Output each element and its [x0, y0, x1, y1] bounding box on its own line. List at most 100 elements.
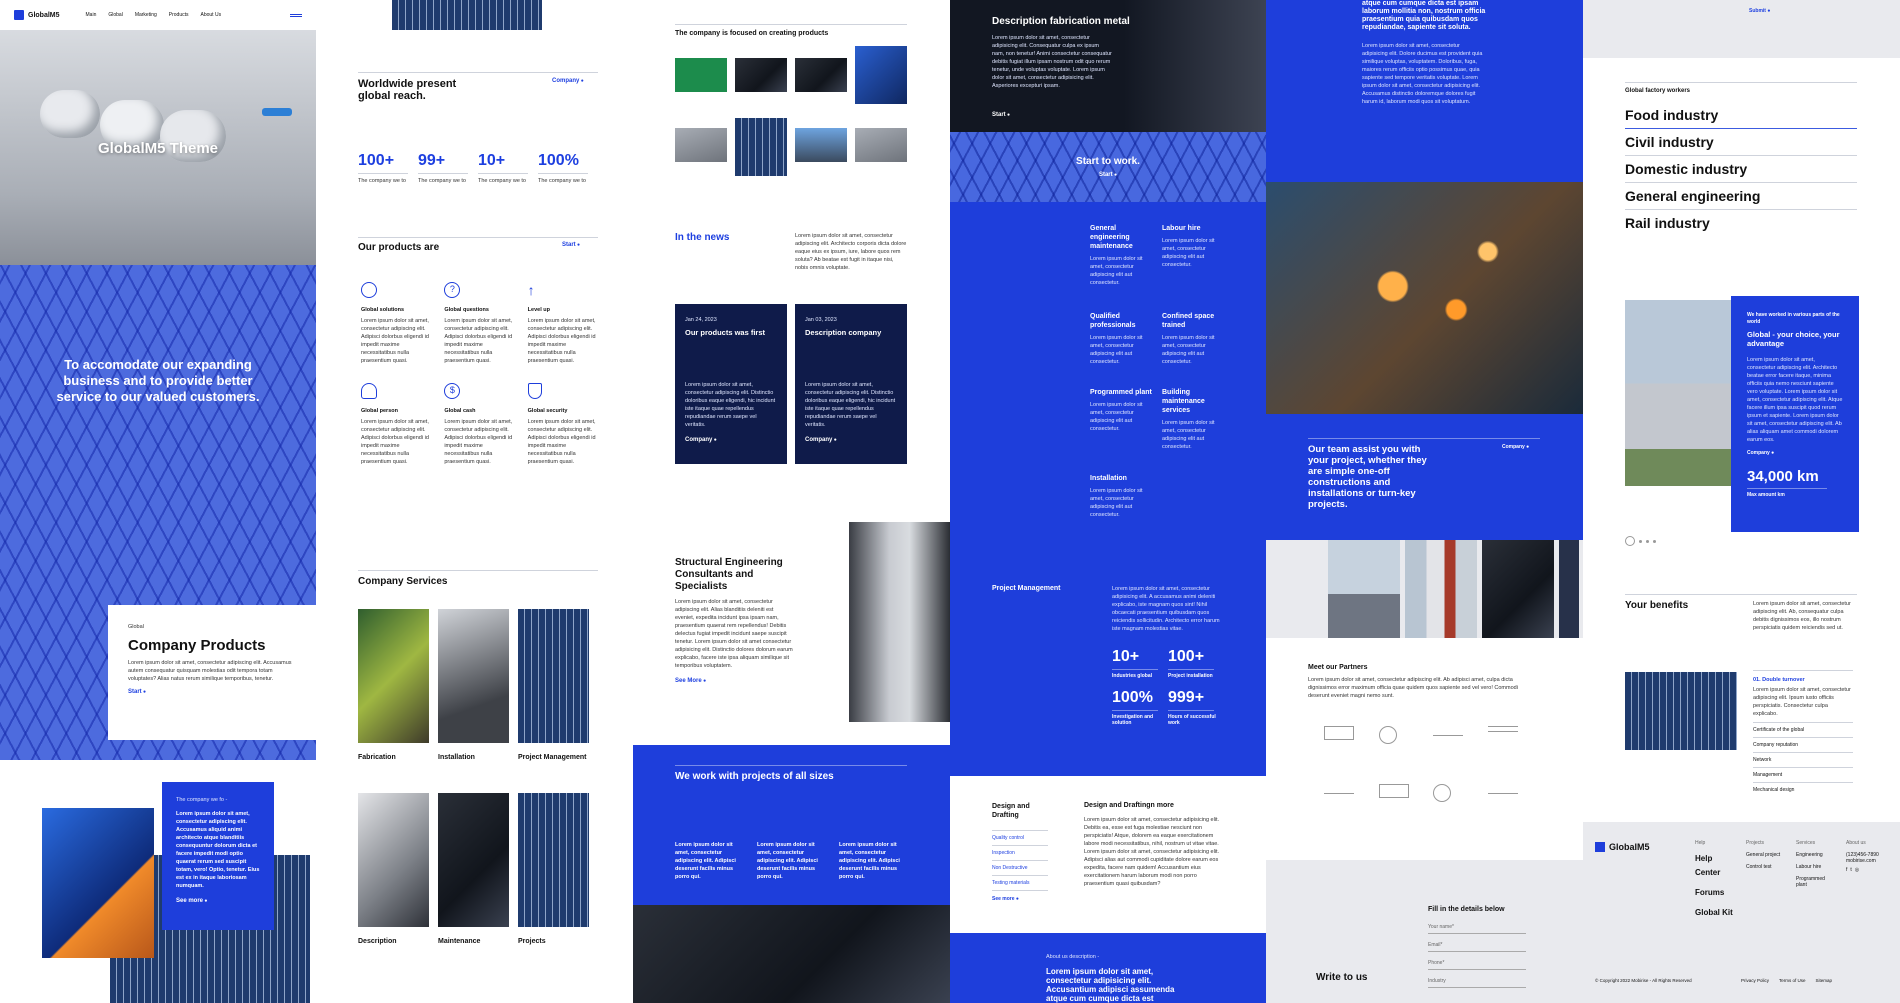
news-card[interactable]: Jan 24, 2023 Our products was first Lore… [675, 304, 787, 464]
divider [1308, 438, 1540, 439]
industry-item[interactable]: Civil industry [1625, 129, 1857, 156]
service-label[interactable]: Maintenance [438, 938, 480, 945]
blue-note-link[interactable]: See more [176, 898, 260, 904]
reach-link[interactable]: Company [552, 78, 584, 84]
nav-marketing[interactable]: Marketing [135, 12, 157, 18]
footer-col: Projects General project Control test [1746, 840, 1781, 870]
partners-body: Lorem ipsum dolor sit amet, consectetur … [1308, 677, 1518, 699]
products-link[interactable]: Start [562, 242, 580, 248]
work-col: Lorem ipsum dolor sit amet, consectetur … [675, 842, 736, 880]
industry-item[interactable]: Rail industry [1625, 210, 1857, 236]
dd-link[interactable]: See more [992, 896, 1019, 902]
partner-logo[interactable] [1324, 726, 1354, 740]
menu-icon[interactable] [290, 13, 302, 17]
submit-button[interactable]: Submit [1749, 8, 1770, 14]
footer-logo[interactable]: GlobalM5 [1595, 842, 1650, 852]
industry-item[interactable]: Domestic industry [1625, 156, 1857, 183]
service-label[interactable]: Description [358, 938, 397, 945]
benefits-body: Lorem ipsum dolor sit amet, consectetur … [1753, 601, 1851, 631]
form-field[interactable]: Phone* [1428, 960, 1526, 970]
people-icon [361, 383, 377, 399]
partner-logo[interactable] [1487, 726, 1518, 732]
form-field[interactable]: Your name* [1428, 924, 1526, 934]
news-card-link[interactable]: Company [685, 437, 777, 443]
nav-main[interactable]: Main [86, 12, 97, 18]
globe-icon [361, 282, 377, 298]
product-thumb [675, 58, 727, 92]
form-field[interactable]: Industry [1428, 978, 1526, 988]
divider [1753, 670, 1853, 671]
carousel-dots[interactable] [1625, 536, 1656, 546]
service-label[interactable]: Fabrication [358, 754, 396, 761]
benefit-item-title: 01. Double turnover [1753, 677, 1805, 683]
advantage-title: Global - your choice, your advantage [1747, 330, 1840, 348]
industry-item[interactable]: Food industry [1625, 104, 1857, 129]
carousel-dot-active[interactable] [1625, 536, 1635, 546]
logo[interactable]: GlobalM5 [14, 10, 60, 20]
blue-note-body: Lorem ipsum dolor sit amet, consectetur … [176, 811, 260, 889]
footer-help-link[interactable]: Help [1695, 852, 1733, 866]
news-card[interactable]: Jan 03, 2023 Description company Lorem i… [795, 304, 907, 464]
legal-link[interactable]: Sitemap [1816, 978, 1833, 983]
service-label[interactable]: Project Management [518, 754, 588, 761]
fab-link[interactable]: Start [992, 112, 1010, 118]
carousel-dot[interactable] [1646, 539, 1649, 543]
product-thumb [735, 118, 787, 176]
work-col: Lorem ipsum dolor sit amet, consectetur … [839, 842, 900, 880]
dollar-icon: $ [444, 383, 461, 399]
news-card-title: Description company [805, 328, 882, 337]
team-link[interactable]: Company [1502, 444, 1529, 450]
nav-global[interactable]: Global [108, 12, 122, 18]
advantage-body: Lorem ipsum dolor sit amet, consectetur … [1747, 357, 1843, 443]
industry-item[interactable]: General engineering [1625, 183, 1857, 210]
service-label[interactable]: Projects [518, 938, 546, 945]
start-link[interactable]: Start [950, 172, 1266, 178]
nav-about[interactable]: About Us [201, 12, 222, 18]
partner-logo[interactable] [1433, 784, 1451, 802]
dd-left-title: Design and Drafting [992, 803, 1030, 819]
focused-title: The company is focused on creating produ… [675, 30, 829, 37]
legal-link[interactable]: Privacy Policy [1741, 978, 1769, 983]
service-label[interactable]: Installation [438, 754, 475, 761]
struct-title: Structural Engineering Consultants and S… [675, 557, 783, 592]
footer-help-link[interactable]: Center [1695, 866, 1733, 880]
legal-links: Privacy Policy Terms of Use Sitemap [1741, 978, 1832, 983]
tower-section: To accomodate our expanding business and… [0, 265, 316, 760]
question-icon: ? [444, 282, 461, 298]
benefit-link[interactable]: Management [1753, 767, 1853, 782]
carousel-dot[interactable] [1653, 539, 1656, 543]
twitter-icon[interactable]: t [1850, 867, 1851, 873]
partner-logo[interactable] [1487, 784, 1518, 794]
struct-link[interactable]: See More [675, 678, 706, 684]
legal-link[interactable]: Terms of Use [1779, 978, 1806, 983]
advantage-link[interactable]: Company [1747, 450, 1843, 456]
product-thumb [795, 58, 847, 92]
news-card-link[interactable]: Company [805, 437, 897, 443]
reach-title: Worldwide present global reach. [358, 78, 457, 102]
benefit-link[interactable]: Company reputation [1753, 737, 1853, 752]
nav-products[interactable]: Products [169, 12, 189, 18]
fab-body: Lorem ipsum dolor sit amet, consectetur … [992, 35, 1112, 89]
benefit-link[interactable]: Network [1753, 752, 1853, 767]
partner-logo[interactable] [1324, 784, 1354, 794]
form-field[interactable]: Email* [1428, 942, 1526, 952]
card-link[interactable]: Start [128, 689, 296, 695]
facebook-icon[interactable]: f [1846, 867, 1847, 873]
stat-item: 10+ The company we to [478, 152, 528, 184]
benefit-link[interactable]: Mechanical design [1753, 782, 1853, 797]
divider [675, 765, 907, 766]
partner-logo[interactable] [1378, 784, 1409, 798]
partner-logo[interactable] [1378, 726, 1397, 744]
stat-item: 100+ Project installation [1168, 648, 1214, 679]
footer-help-link[interactable]: Forums [1695, 886, 1733, 900]
instagram-icon[interactable]: ◎ [1855, 867, 1859, 873]
shield-icon [527, 383, 542, 399]
products-title: Our products are [358, 242, 440, 253]
benefit-item-body: Lorem ipsum dolor sit amet, consectetur … [1753, 687, 1851, 717]
carousel-dot[interactable] [1639, 539, 1642, 543]
news-card-body: Lorem ipsum dolor sit amet, consectetur … [805, 382, 896, 428]
product-item: ? Global questions Lorem ipsum dolor sit a… [444, 282, 513, 364]
footer-help-link[interactable]: Global Kit [1695, 906, 1733, 920]
partner-logo[interactable] [1433, 726, 1463, 736]
benefit-link[interactable]: Certificate of the global [1753, 722, 1853, 737]
